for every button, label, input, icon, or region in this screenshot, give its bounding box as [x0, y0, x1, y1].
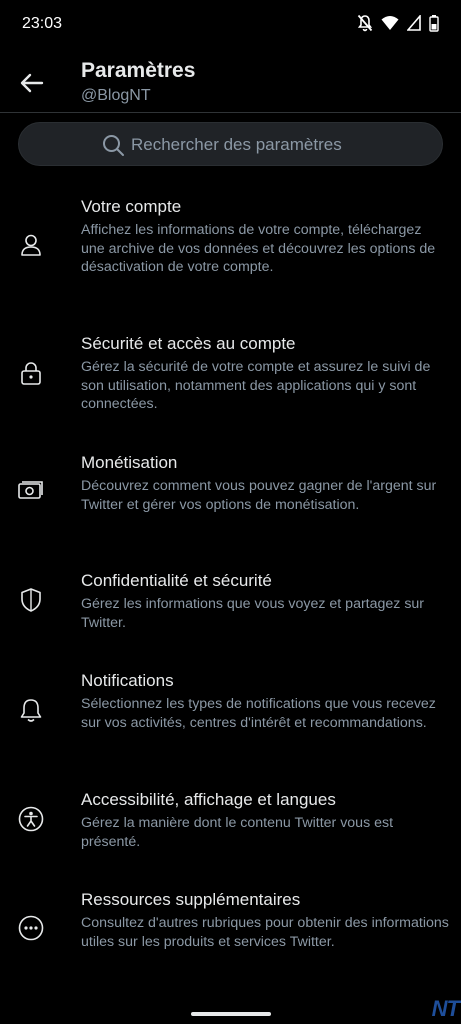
header: Paramètres @BlogNT	[0, 55, 461, 113]
settings-item-security[interactable]: Sécurité et accès au compte Gérez la séc…	[0, 334, 461, 419]
status-bar: 23:03	[0, 0, 461, 50]
settings-item-description: Affichez les informations de votre compt…	[81, 222, 436, 275]
settings-item-notifications[interactable]: Notifications Sélectionnez les types de …	[0, 671, 461, 756]
settings-item-monetization[interactable]: Monétisation Découvrez comment vous pouv…	[0, 453, 461, 538]
settings-item-title: Votre compte	[81, 197, 182, 216]
gesture-home-bar[interactable]	[191, 1012, 271, 1016]
settings-item-description: Gérez la sécurité de votre compte et ass…	[81, 359, 431, 412]
status-time: 23:03	[22, 15, 63, 32]
settings-item-description: Sélectionnez les types de notifications …	[81, 696, 436, 731]
shield-icon	[18, 587, 44, 613]
search-placeholder: Rechercher des paramètres	[131, 135, 342, 154]
page-title: Paramètres	[81, 59, 196, 82]
settings-item-description: Découvrez comment vous pouvez gagner de …	[81, 478, 437, 513]
settings-item-title: Confidentialité et sécurité	[81, 571, 272, 590]
settings-item-privacy[interactable]: Confidentialité et sécurité Gérez les in…	[0, 571, 461, 637]
settings-item-description: Consultez d'autres rubriques pour obteni…	[81, 915, 449, 950]
back-button[interactable]	[18, 69, 46, 97]
settings-item-title: Notifications	[81, 671, 174, 690]
arrow-left-icon	[20, 73, 44, 93]
settings-item-description: Gérez les informations que vous voyez et…	[81, 596, 425, 631]
settings-item-description: Gérez la manière dont le contenu Twitter…	[81, 815, 394, 850]
signal-icon	[407, 15, 421, 31]
header-divider	[0, 112, 461, 113]
account-handle: @BlogNT	[81, 87, 151, 104]
status-icons	[357, 14, 439, 32]
wifi-icon	[381, 15, 399, 31]
lock-icon	[18, 360, 44, 386]
search-input[interactable]: Rechercher des paramètres	[18, 122, 443, 166]
person-icon	[18, 232, 44, 258]
settings-item-additional-resources[interactable]: Ressources supplémentaires Consultez d'a…	[0, 890, 461, 975]
more-icon	[18, 915, 44, 941]
accessibility-icon	[18, 806, 44, 832]
battery-icon	[429, 14, 439, 32]
settings-item-title: Accessibilité, affichage et langues	[81, 790, 336, 809]
settings-item-title: Monétisation	[81, 453, 178, 472]
settings-item-your-account[interactable]: Votre compte Affichez les informations d…	[0, 197, 461, 297]
search-icon	[101, 133, 125, 162]
bell-icon	[18, 697, 44, 723]
notifications-off-icon	[357, 14, 373, 32]
settings-item-title: Ressources supplémentaires	[81, 890, 301, 909]
settings-item-title: Sécurité et accès au compte	[81, 334, 296, 353]
money-icon	[18, 478, 44, 504]
watermark-logo: NT	[431, 996, 460, 1021]
settings-item-accessibility[interactable]: Accessibilité, affichage et langues Gére…	[0, 790, 461, 856]
